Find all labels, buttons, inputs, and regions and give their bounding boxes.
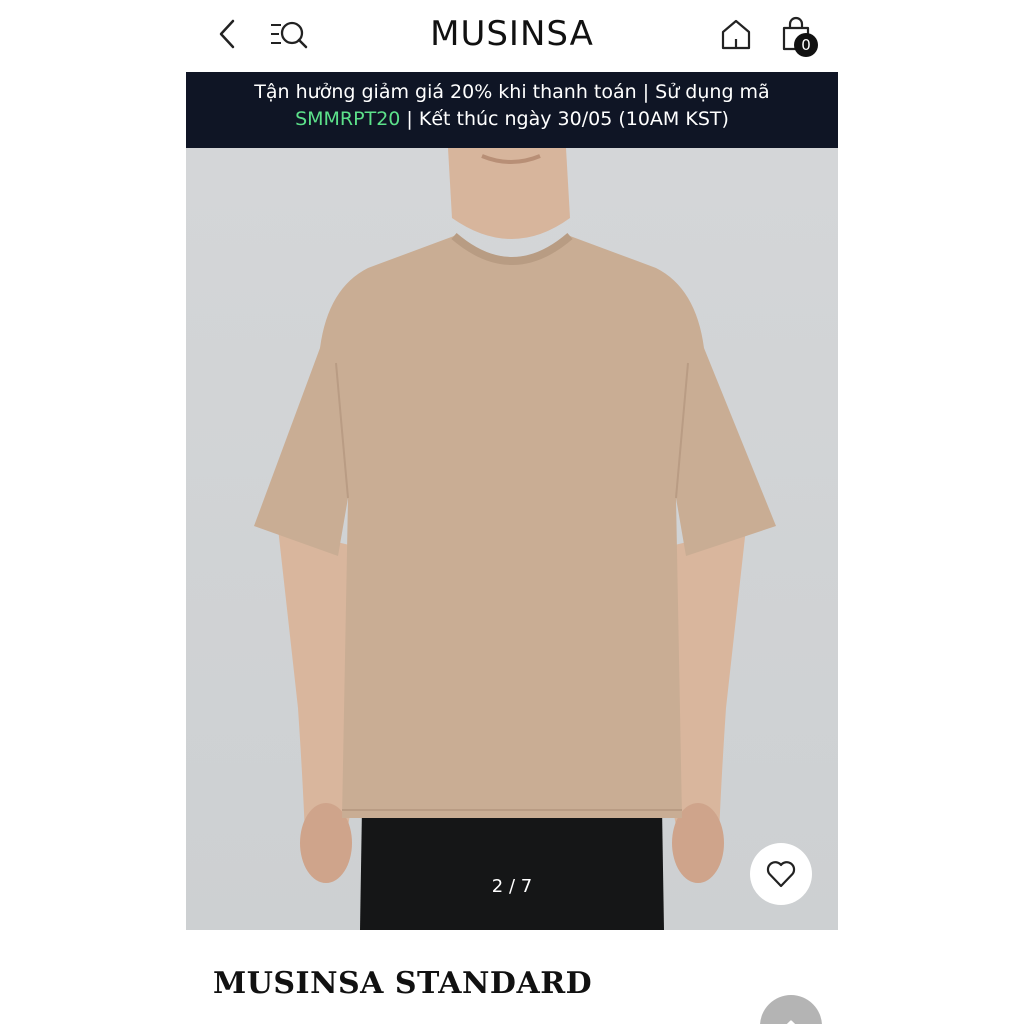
product-image-gallery[interactable]: 2 / 7	[186, 148, 838, 930]
promo-code: SMMRPT20	[295, 108, 401, 130]
promo-line-2: SMMRPT20 | Kết thúc ngày 30/05 (10AM KST…	[186, 106, 838, 133]
cart-count-badge: 0	[794, 33, 818, 57]
wishlist-button[interactable]	[750, 843, 812, 905]
image-counter: 2 / 7	[491, 876, 533, 897]
product-photo-tshirt	[254, 148, 776, 930]
home-icon	[721, 19, 751, 50]
brand-name[interactable]: MUSINSA STANDARD	[213, 966, 592, 1001]
promo-line-1: Tận hưởng giảm giá 20% khi thanh toán | …	[254, 81, 770, 103]
chevron-up-icon	[786, 1020, 796, 1024]
mobile-page: MUSINSA 0 Tận hưởng giảm giá 20% khi tha…	[186, 0, 838, 1024]
scroll-to-top-button[interactable]	[760, 995, 822, 1024]
home-button[interactable]	[716, 14, 756, 54]
heart-icon	[766, 861, 796, 888]
top-header: MUSINSA 0	[186, 0, 838, 72]
promo-banner[interactable]: Tận hưởng giảm giá 20% khi thanh toán | …	[186, 72, 838, 148]
promo-end-date: | Kết thúc ngày 30/05 (10AM KST)	[400, 108, 729, 130]
